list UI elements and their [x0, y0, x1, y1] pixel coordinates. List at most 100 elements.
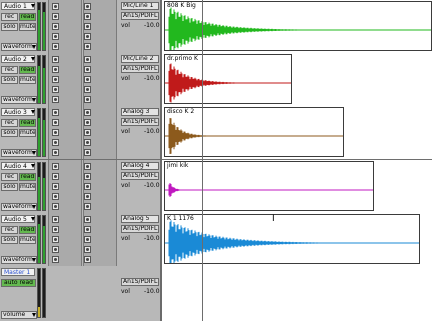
- insert-slot-icon[interactable]: [52, 23, 59, 30]
- output-selector[interactable]: An1S/PDIFL: [121, 118, 159, 126]
- insert-slot-icon[interactable]: [52, 109, 59, 116]
- mute-button[interactable]: mute: [19, 236, 36, 244]
- solo-button[interactable]: solo: [1, 183, 18, 191]
- solo-button[interactable]: solo: [1, 23, 18, 31]
- insert-slot-icon[interactable]: [84, 149, 91, 156]
- input-selector[interactable]: Analog 5: [121, 215, 159, 223]
- insert-slot-icon[interactable]: [84, 56, 91, 63]
- insert-slot-icon[interactable]: [84, 13, 91, 20]
- dropdown-arrow-icon[interactable]: [31, 217, 35, 221]
- insert-slot-icon[interactable]: [52, 236, 59, 243]
- mute-button[interactable]: mute: [19, 23, 36, 31]
- insert-slot-icon[interactable]: [84, 256, 91, 263]
- volume-value[interactable]: -10.0: [144, 22, 160, 29]
- insert-slot-icon[interactable]: [52, 56, 59, 63]
- insert-slot-icon[interactable]: [84, 163, 91, 170]
- output-selector[interactable]: An1S/PDIFL: [121, 65, 159, 73]
- automation-read-button[interactable]: read: [19, 13, 36, 21]
- track-name-field[interactable]: Audio 4: [1, 162, 35, 170]
- track-name-field[interactable]: Audio 1: [1, 2, 35, 10]
- dropdown-arrow-icon[interactable]: [32, 258, 36, 262]
- insert-slot-icon[interactable]: [84, 3, 91, 10]
- automation-read-button[interactable]: read: [19, 119, 36, 127]
- insert-slot-icon[interactable]: [52, 119, 59, 126]
- insert-slot-icon[interactable]: [84, 246, 91, 253]
- mute-button[interactable]: mute: [19, 183, 36, 191]
- volume-value[interactable]: -10.0: [144, 235, 160, 242]
- volume-value[interactable]: -10.0: [144, 288, 160, 295]
- dropdown-arrow-icon[interactable]: [31, 4, 35, 8]
- insert-slot-icon[interactable]: [52, 86, 59, 93]
- insert-slot-icon[interactable]: [52, 203, 59, 210]
- automation-mode-button[interactable]: auto read: [1, 279, 36, 287]
- track-name-field[interactable]: Audio 2: [1, 55, 35, 63]
- mute-button[interactable]: mute: [19, 76, 36, 84]
- input-selector[interactable]: Mic/Line 1: [121, 2, 159, 10]
- input-selector[interactable]: Analog 3: [121, 108, 159, 116]
- insert-slot-icon[interactable]: [84, 109, 91, 116]
- insert-slot-icon[interactable]: [84, 173, 91, 180]
- dropdown-arrow-icon[interactable]: [32, 205, 36, 209]
- insert-slot-icon[interactable]: [52, 129, 59, 136]
- insert-slot-icon[interactable]: [84, 33, 91, 40]
- automation-read-button[interactable]: read: [19, 66, 36, 74]
- insert-slot-icon[interactable]: [84, 23, 91, 30]
- dropdown-arrow-icon[interactable]: [31, 164, 35, 168]
- output-selector[interactable]: An1S/PDIFL: [121, 225, 159, 233]
- insert-slot-icon[interactable]: [84, 66, 91, 73]
- insert-slot-icon[interactable]: [52, 256, 59, 263]
- insert-slot-icon[interactable]: [84, 226, 91, 233]
- insert-slot-icon[interactable]: [52, 76, 59, 83]
- record-enable-button[interactable]: rec: [1, 13, 18, 21]
- insert-slot-icon[interactable]: [52, 139, 59, 146]
- master-name-field[interactable]: Master 1: [1, 268, 35, 276]
- record-enable-button[interactable]: rec: [1, 119, 18, 127]
- insert-slot-icon[interactable]: [52, 193, 59, 200]
- dropdown-arrow-icon[interactable]: [32, 98, 36, 102]
- insert-slot-icon[interactable]: [52, 3, 59, 10]
- output-selector[interactable]: An1S/PDIFL: [121, 12, 159, 20]
- insert-slot-icon[interactable]: [52, 163, 59, 170]
- solo-button[interactable]: solo: [1, 236, 18, 244]
- insert-slot-icon[interactable]: [52, 66, 59, 73]
- insert-slot-icon[interactable]: [84, 76, 91, 83]
- solo-button[interactable]: solo: [1, 76, 18, 84]
- audio-region[interactable]: 808 K Big: [164, 1, 432, 51]
- insert-slot-icon[interactable]: [84, 193, 91, 200]
- insert-slot-icon[interactable]: [52, 216, 59, 223]
- record-enable-button[interactable]: rec: [1, 173, 18, 181]
- volume-value[interactable]: -10.0: [144, 128, 160, 135]
- track-name-field[interactable]: Audio 3: [1, 108, 35, 116]
- dropdown-arrow-icon[interactable]: [32, 313, 36, 317]
- automation-read-button[interactable]: read: [19, 226, 36, 234]
- input-selector[interactable]: Analog 4: [121, 162, 159, 170]
- audio-region[interactable]: jimi kik: [164, 161, 374, 211]
- record-enable-button[interactable]: rec: [1, 66, 18, 74]
- insert-slot-icon[interactable]: [84, 86, 91, 93]
- dropdown-arrow-icon[interactable]: [31, 110, 35, 114]
- record-enable-button[interactable]: rec: [1, 226, 18, 234]
- insert-slot-icon[interactable]: [52, 96, 59, 103]
- insert-slot-icon[interactable]: [52, 13, 59, 20]
- insert-slot-icon[interactable]: [52, 246, 59, 253]
- insert-slot-icon[interactable]: [84, 183, 91, 190]
- insert-slot-icon[interactable]: [84, 216, 91, 223]
- input-selector[interactable]: Mic/Line 2: [121, 55, 159, 63]
- dropdown-arrow-icon[interactable]: [32, 151, 36, 155]
- output-selector[interactable]: An1S/PDIFL: [121, 172, 159, 180]
- playhead-cursor-line[interactable]: [202, 0, 203, 321]
- dropdown-arrow-icon[interactable]: [31, 57, 35, 61]
- insert-slot-icon[interactable]: [84, 96, 91, 103]
- insert-slot-icon[interactable]: [84, 119, 91, 126]
- track-name-field[interactable]: Audio 5: [1, 215, 35, 223]
- automation-read-button[interactable]: read: [19, 173, 36, 181]
- volume-value[interactable]: -10.0: [144, 182, 160, 189]
- insert-slot-icon[interactable]: [84, 203, 91, 210]
- volume-value[interactable]: -10.0: [144, 75, 160, 82]
- mute-button[interactable]: mute: [19, 129, 36, 137]
- insert-slot-icon[interactable]: [84, 129, 91, 136]
- audio-region[interactable]: disco K 2: [164, 107, 344, 157]
- insert-slot-icon[interactable]: [52, 226, 59, 233]
- insert-slot-icon[interactable]: [84, 43, 91, 50]
- solo-button[interactable]: solo: [1, 129, 18, 137]
